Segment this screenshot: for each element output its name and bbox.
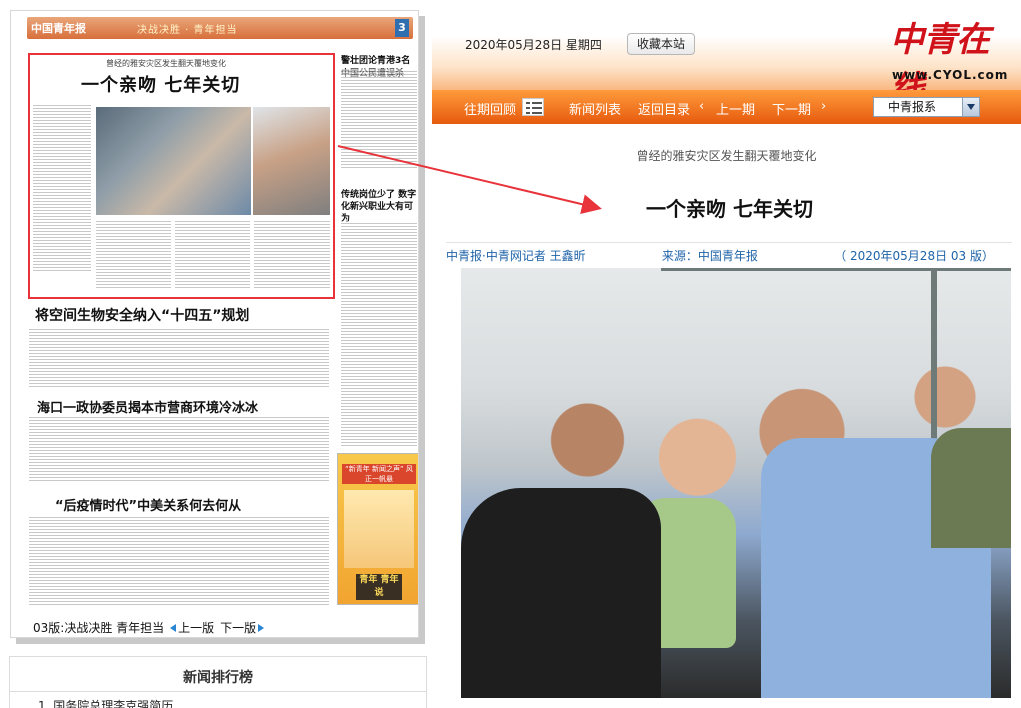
next-page-link[interactable]: 下一版: [220, 619, 265, 636]
prev-page-link[interactable]: 上一版: [170, 619, 214, 636]
bookmark-button[interactable]: 收藏本站: [627, 33, 695, 55]
masthead-logo: 中国青年报: [31, 22, 86, 35]
masthead-text: 决战决胜 · 青年担当: [137, 25, 238, 36]
issue-navigation-bar: 往期回顾 新闻列表 返回目录 ‹ 上一期 下一期 › 中青报系: [432, 90, 1021, 124]
left-triangle-icon: [170, 623, 177, 632]
news-ranking-panel: 新闻排行榜 1. 国务院总理李克强简历: [9, 656, 427, 708]
photo-figure-soldier: [931, 428, 1011, 548]
site-header: 2020年05月28日 星期四 收藏本站 中青在线 www.CYOL.com: [432, 0, 1021, 109]
lead-article-subtitle: 曾经的雅安灾区发生翻天覆地变化: [106, 59, 226, 68]
site-logo[interactable]: 中青在线 www.CYOL.com: [882, 12, 1007, 109]
prev-page-label: 上一版: [178, 621, 215, 635]
lead-article-column: [96, 219, 171, 289]
paper-headline-2: 将空间生物安全纳入“十四五”规划: [35, 308, 250, 324]
nav-news-list[interactable]: 新闻列表: [569, 99, 621, 118]
paper-advert: “新青年 新闻之声” 风正一帆悬 青年 青年说: [337, 453, 418, 605]
chevron-down-icon[interactable]: [962, 98, 979, 116]
paper-article-columns: [29, 327, 329, 387]
photo-figure-dark: [461, 488, 661, 698]
date-label: 2020年05月28日 星期四: [465, 38, 602, 52]
page-masthead: 中国青年报 决战决胜 · 青年担当 3: [27, 17, 413, 39]
newspaper-page-image[interactable]: 中国青年报 决战决胜 · 青年担当 3 曾经的雅安灾区发生翻天覆地变化 一个亲吻…: [10, 10, 419, 638]
article-byline: 中青报·中青网记者 王鑫昕 来源：中国青年报 （ 2020年05月28日 03 …: [446, 247, 994, 264]
newspaper-page-panel: 中国青年报 决战决胜 · 青年担当 3 曾经的雅安灾区发生翻天覆地变化 一个亲吻…: [0, 0, 432, 708]
page-navigation: 03版:决战决胜 青年担当 上一版 下一版: [33, 619, 265, 636]
advert-footer: 青年 青年说: [356, 574, 402, 600]
lead-article-column: [33, 103, 91, 273]
next-arrow-icon[interactable]: ›: [821, 99, 826, 114]
next-page-label: 下一版: [220, 621, 257, 635]
article-author: 中青报·中青网记者 王鑫昕: [446, 249, 586, 263]
ranking-title: 新闻排行榜: [183, 670, 253, 686]
advert-photo: [344, 490, 414, 568]
lead-article-title: 一个亲吻 七年关切: [81, 75, 241, 96]
byline-divider: [446, 242, 1012, 243]
nav-prev-issue[interactable]: 上一期: [716, 99, 755, 118]
paper-article-columns: [29, 515, 329, 607]
paper-article-columns: [29, 415, 329, 481]
lead-article-column: [254, 219, 330, 289]
article-photo: [461, 268, 1011, 698]
article-subtitle: 曾经的雅安灾区发生翻天覆地变化: [636, 149, 817, 163]
newspaper-select-value: 中青报系: [888, 100, 937, 114]
lead-photo-child: [253, 107, 330, 215]
ranking-divider: [10, 691, 426, 692]
advert-heading: “新青年 新闻之声” 风正一帆悬: [342, 464, 416, 484]
article-source: 来源：中国青年报: [661, 249, 758, 263]
right-triangle-icon: [258, 623, 265, 632]
nav-history[interactable]: 往期回顾: [464, 99, 516, 118]
ranking-item-1[interactable]: 1. 国务院总理李克强简历: [38, 697, 173, 708]
article-date-page: （ 2020年05月28日 03 版）: [834, 249, 994, 263]
paper-right-column: [341, 69, 417, 169]
logo-url: www.CYOL.com: [892, 68, 1009, 82]
lead-photo-main: [96, 107, 251, 215]
nav-back-to-index[interactable]: 返回目录: [638, 99, 690, 118]
paper-right-headline-2: 传统岗位少了 数字化新兴职业大有可为: [341, 190, 417, 224]
lead-article-column: [175, 219, 250, 289]
prev-arrow-icon[interactable]: ‹: [699, 99, 704, 114]
nav-next-issue[interactable]: 下一期: [772, 99, 811, 118]
grid-list-icon[interactable]: [522, 98, 544, 116]
paper-headline-3: 海口一政协委员揭本市营商环境冷冰冰: [37, 401, 259, 416]
current-page-label: 03版:决战决胜 青年担当: [33, 621, 165, 635]
paper-right-column: [341, 221, 417, 446]
photo-tent-frame: [661, 268, 1011, 271]
paper-headline-4: “后疫情时代”中美关系何去何从: [55, 499, 242, 514]
newspaper-select[interactable]: 中青报系: [873, 97, 980, 117]
masthead-page-number: 3: [395, 19, 409, 37]
article-title: 一个亲吻 七年关切: [646, 197, 813, 221]
